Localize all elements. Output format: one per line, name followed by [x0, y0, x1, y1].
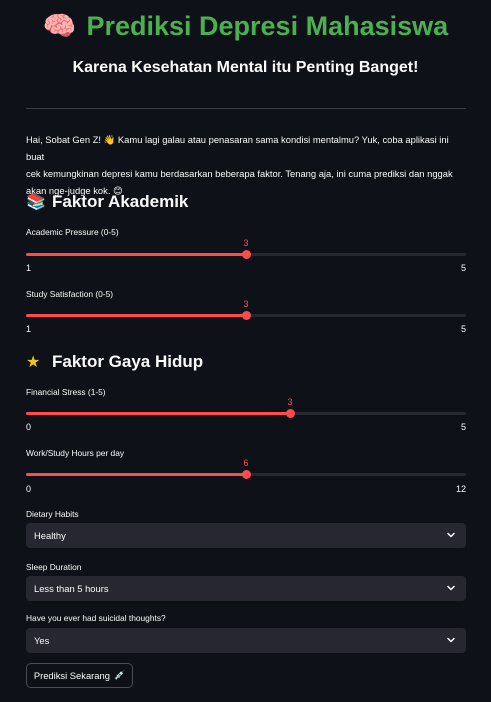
slider-thumb[interactable] — [241, 311, 251, 320]
slider-min-label: 1 — [26, 324, 32, 334]
slider-min-label: 0 — [26, 484, 32, 494]
sleep-duration-select[interactable]: Less than 5 hours — [26, 576, 466, 601]
page-title: 🧠 Prediksi Depresi Mahasiswa — [0, 10, 491, 42]
chevron-down-icon — [447, 532, 455, 538]
section-header-akademik: 📚 Faktor Akademik — [26, 192, 188, 212]
academic-pressure-label: Academic Pressure (0-5) — [26, 227, 119, 237]
academic-pressure-slider[interactable]: 3 — [26, 238, 466, 268]
slider-thumb[interactable] — [285, 409, 295, 418]
slider-min-label: 1 — [26, 263, 32, 273]
slider-max-label: 12 — [455, 484, 466, 494]
financial-stress-label: Financial Stress (1-5) — [26, 387, 106, 397]
slider-fill — [26, 473, 246, 476]
study-satisfaction-slider[interactable]: 3 — [26, 299, 466, 329]
work-hours-label: Work/Study Hours per day — [26, 448, 125, 458]
slider-value: 3 — [287, 397, 293, 407]
intro-text: Hai, Sobat Gen Z! 👋 Kamu lagi galau atau… — [26, 131, 468, 199]
syringe-icon: 💉 — [113, 670, 126, 680]
slider-thumb[interactable] — [241, 470, 251, 479]
dietary-habits-select[interactable]: Healthy — [26, 523, 466, 548]
chevron-down-icon — [447, 585, 455, 591]
slider-min-label: 0 — [26, 422, 32, 432]
slider-fill — [26, 314, 246, 317]
work-hours-slider[interactable]: 6 — [26, 458, 466, 488]
page-subtitle: Karena Kesehatan Mental itu Penting Bang… — [72, 59, 419, 76]
predict-button[interactable]: Prediksi Sekarang 💉 — [26, 663, 133, 688]
section-title: Faktor Gaya Hidup — [52, 352, 204, 371]
app-page: 🧠 Prediksi Depresi Mahasiswa Karena Keseh… — [0, 0, 491, 702]
select-value: Healthy — [34, 530, 66, 541]
financial-stress-slider[interactable]: 3 — [26, 397, 466, 427]
sleep-duration-label: Sleep Duration — [26, 562, 82, 572]
page-title-text: Prediksi Depresi Mahasiswa — [86, 11, 449, 41]
study-satisfaction-label: Study Satisfaction (0-5) — [26, 289, 114, 299]
slider-max-label: 5 — [460, 324, 466, 334]
chevron-down-icon — [447, 637, 455, 643]
slider-value: 3 — [243, 299, 249, 309]
slider-value: 6 — [243, 458, 249, 468]
intro-line: cek kemungkinan depresi kamu berdasarkan… — [26, 168, 453, 179]
dietary-habits-label: Dietary Habits — [26, 509, 79, 519]
slider-fill — [26, 253, 246, 256]
brain-icon: 🧠 — [42, 11, 77, 41]
slider-fill — [26, 412, 290, 415]
section-title: Faktor Akademik — [52, 192, 189, 211]
divider — [26, 108, 466, 109]
books-icon: 📚 — [26, 194, 46, 211]
select-value: Yes — [34, 635, 50, 646]
suicidal-thoughts-label: Have you ever had suicidal thoughts? — [26, 613, 166, 623]
intro-line: Hai, Sobat Gen Z! 👋 Kamu lagi galau atau… — [26, 134, 449, 162]
slider-max-label: 5 — [460, 263, 466, 273]
star-icon: ★ — [26, 354, 41, 371]
select-value: Less than 5 hours — [34, 583, 109, 594]
slider-thumb[interactable] — [241, 250, 251, 259]
section-header-gaya-hidup: ★ Faktor Gaya Hidup — [26, 352, 203, 372]
predict-button-label: Prediksi Sekarang — [33, 670, 110, 681]
slider-value: 3 — [243, 238, 249, 248]
slider-max-label: 5 — [460, 422, 466, 432]
suicidal-thoughts-select[interactable]: Yes — [26, 628, 466, 653]
